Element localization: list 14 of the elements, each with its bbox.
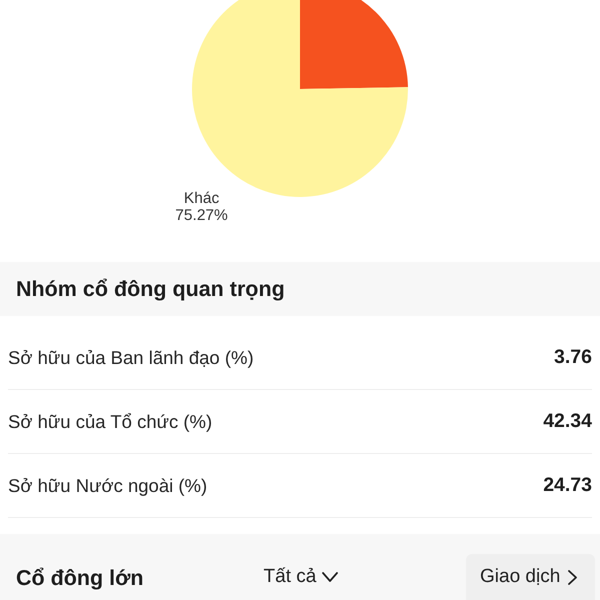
section-title: Nhóm cổ đông quan trọng: [16, 276, 285, 303]
slice-category-label: Khác: [184, 190, 220, 208]
slice-value-label: 75.27%: [175, 207, 228, 224]
row-label: Sở hữu của Ban lãnh đạo (%): [8, 346, 254, 370]
row-value: 24.73: [543, 472, 592, 498]
transactions-button[interactable]: Giao dịch: [466, 554, 595, 600]
row-label: Sở hữu của Tổ chức (%): [8, 410, 212, 434]
row-value: 3.76: [554, 344, 592, 370]
chevron-down-icon: [322, 572, 338, 582]
chevron-right-icon: [568, 570, 578, 584]
row-label: Sở hữu Nước ngoài (%): [8, 474, 208, 498]
row-value: 42.34: [543, 408, 592, 434]
section-title: Cổ đông lớn: [16, 564, 144, 592]
filter-dropdown[interactable]: Tất cả: [264, 562, 338, 592]
